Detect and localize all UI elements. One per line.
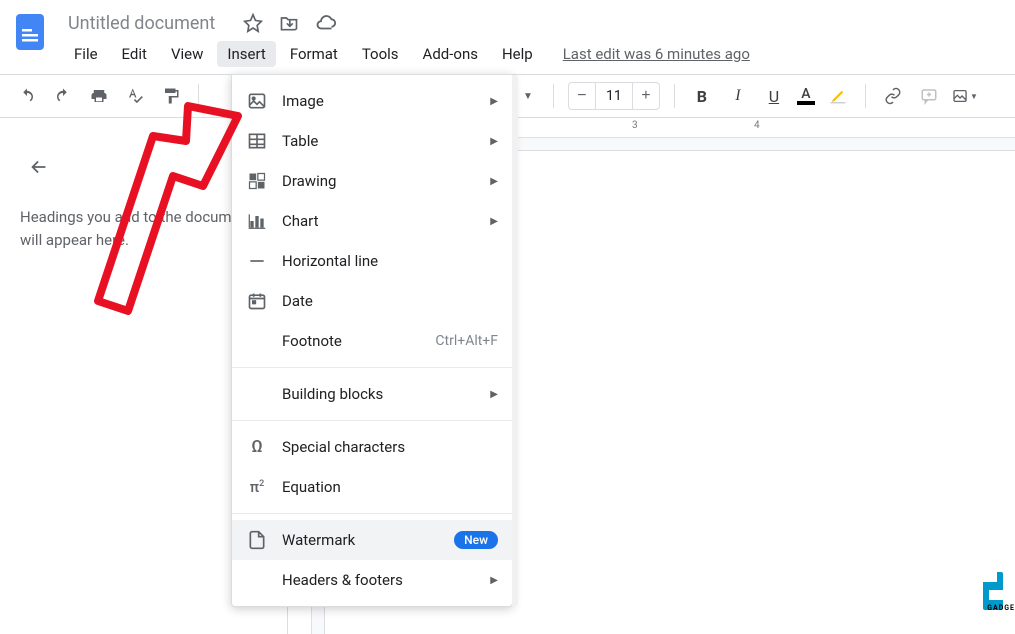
menu-item-label: Headers & footers: [282, 571, 490, 589]
insert-menu-special-characters[interactable]: Ω Special characters: [232, 427, 512, 467]
table-icon: [246, 130, 268, 152]
menu-item-label: Drawing: [282, 172, 490, 190]
menu-divider: [232, 367, 512, 368]
menu-add-ons[interactable]: Add-ons: [413, 41, 488, 67]
chart-icon: [246, 210, 268, 232]
highlight-button[interactable]: [825, 83, 851, 109]
chevron-right-icon: ▶: [490, 136, 498, 147]
insert-menu-headers-footers[interactable]: Headers & footers▶: [232, 560, 512, 600]
menu-file[interactable]: File: [64, 41, 108, 67]
font-size-control: − 11 +: [568, 82, 660, 110]
omega-icon: Ω: [246, 436, 268, 458]
hr-icon: [246, 250, 268, 272]
chevron-right-icon: ▶: [490, 176, 498, 187]
print-button[interactable]: [86, 83, 112, 109]
star-icon[interactable]: [243, 12, 263, 34]
bold-button[interactable]: B: [689, 83, 715, 109]
insert-menu-table[interactable]: Table▶: [232, 121, 512, 161]
docs-logo[interactable]: [12, 12, 52, 52]
chevron-right-icon: ▶: [490, 389, 498, 400]
redo-button[interactable]: [50, 83, 76, 109]
text-color-button[interactable]: A: [797, 83, 815, 109]
menubar: FileEditViewInsertFormatToolsAdd-onsHelp…: [64, 38, 1003, 70]
italic-button[interactable]: I: [725, 83, 751, 109]
undo-button[interactable]: [14, 83, 40, 109]
menu-format[interactable]: Format: [280, 41, 348, 67]
keyboard-shortcut: Ctrl+Alt+F: [435, 333, 498, 349]
source-watermark-icon: [975, 570, 1015, 622]
insert-menu-image[interactable]: Image▶: [232, 81, 512, 121]
menu-item-label: Image: [282, 92, 490, 110]
insert-menu-horizontal-line[interactable]: Horizontal line: [232, 241, 512, 281]
menu-item-label: Footnote: [282, 332, 435, 350]
paint-format-button[interactable]: [158, 83, 184, 109]
insert-menu-footnote[interactable]: FootnoteCtrl+Alt+F: [232, 321, 512, 361]
menu-item-label: Horizontal line: [282, 252, 498, 270]
pi-icon: π2: [246, 476, 268, 498]
blank-icon: [246, 330, 268, 352]
chevron-right-icon: ▶: [490, 575, 498, 586]
menu-item-label: Equation: [282, 478, 498, 496]
menu-view[interactable]: View: [161, 41, 213, 67]
menu-divider: [232, 513, 512, 514]
menu-insert[interactable]: Insert: [217, 41, 275, 67]
blank-icon: [246, 569, 268, 591]
menu-tools[interactable]: Tools: [352, 41, 409, 67]
insert-menu-dropdown: Image▶Table▶Drawing▶Chart▶Horizontal lin…: [231, 74, 513, 607]
image-insert-button[interactable]: ▼: [952, 83, 978, 109]
cloud-icon[interactable]: [315, 12, 337, 34]
insert-menu-drawing[interactable]: Drawing▶: [232, 161, 512, 201]
comment-button[interactable]: [916, 83, 942, 109]
separator: [553, 84, 554, 108]
move-icon[interactable]: [279, 12, 299, 34]
font-size-value[interactable]: 11: [595, 83, 633, 109]
menu-item-label: Date: [282, 292, 498, 310]
link-button[interactable]: [880, 83, 906, 109]
date-icon: [246, 290, 268, 312]
menu-divider: [232, 420, 512, 421]
spellcheck-button[interactable]: [122, 83, 148, 109]
insert-menu-chart[interactable]: Chart▶: [232, 201, 512, 241]
blank-icon: [246, 383, 268, 405]
chevron-right-icon: ▶: [490, 96, 498, 107]
last-edit-link[interactable]: Last edit was 6 minutes ago: [563, 45, 750, 63]
menu-item-label: Special characters: [282, 438, 498, 456]
insert-menu-equation[interactable]: π2 Equation: [232, 467, 512, 507]
font-size-increase[interactable]: +: [633, 83, 659, 109]
source-watermark-text: GADGE: [987, 604, 1015, 612]
insert-menu-watermark[interactable]: WatermarkNew: [232, 520, 512, 560]
menu-item-label: Table: [282, 132, 490, 150]
menu-item-label: Building blocks: [282, 385, 490, 403]
insert-menu-date[interactable]: Date: [232, 281, 512, 321]
outline-hint-text: Headings you add to the document will ap…: [20, 206, 267, 251]
menu-item-label: Chart: [282, 212, 490, 230]
font-size-decrease[interactable]: −: [569, 83, 595, 109]
menu-edit[interactable]: Edit: [112, 41, 157, 67]
underline-button[interactable]: U: [761, 83, 787, 109]
image-icon: [246, 90, 268, 112]
menu-help[interactable]: Help: [492, 41, 543, 67]
font-dropdown-caret[interactable]: ▼: [523, 91, 533, 102]
separator: [674, 84, 675, 108]
chevron-right-icon: ▶: [490, 216, 498, 227]
separator: [198, 84, 199, 108]
page-icon: [246, 529, 268, 551]
menu-item-label: Watermark: [282, 531, 454, 549]
document-title[interactable]: Untitled document: [64, 11, 219, 36]
insert-menu-building-blocks[interactable]: Building blocks▶: [232, 374, 512, 414]
new-badge: New: [454, 531, 498, 549]
drawing-icon: [246, 170, 268, 192]
separator: [865, 84, 866, 108]
